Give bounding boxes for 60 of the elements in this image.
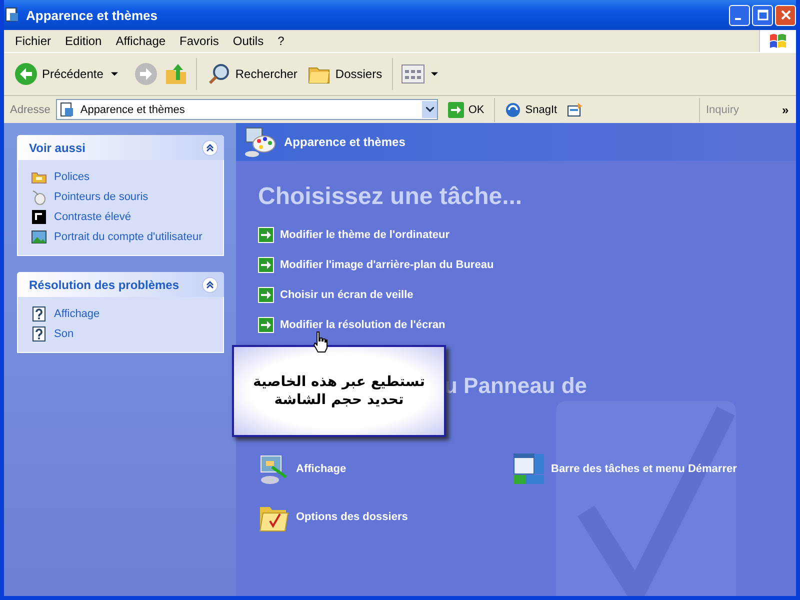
collapse-chevron-icon[interactable] <box>202 276 218 292</box>
category-link[interactable]: Affichage <box>296 463 346 475</box>
search-icon <box>207 62 232 86</box>
swirl-icon <box>505 102 522 118</box>
close-button[interactable] <box>775 4 796 26</box>
minimize-button[interactable] <box>729 4 750 26</box>
menu-item[interactable]: Favoris <box>172 34 226 48</box>
minimize-icon <box>734 18 740 20</box>
page-heading: Choisissez une tâche... <box>258 183 524 211</box>
close-icon <box>780 9 792 21</box>
task-link[interactable]: Affichage <box>54 308 100 320</box>
landscape-picture-icon <box>31 229 47 245</box>
task-link[interactable]: Modifier le thème de l'ordinateur <box>280 229 450 241</box>
collapse-chevron-icon[interactable] <box>202 140 218 156</box>
maximize-button[interactable] <box>752 4 773 26</box>
category-link[interactable]: Options des dossiers <box>296 511 408 523</box>
page-icon <box>59 102 76 118</box>
dropdown-arrow-icon[interactable] <box>111 72 118 76</box>
hand-cursor-icon <box>312 331 328 353</box>
window-title: Apparence et thèmes <box>26 8 158 22</box>
contrast-icon <box>31 209 47 225</box>
search-button[interactable]: Rechercher <box>205 60 300 88</box>
inquiry-label: Inquiry <box>706 104 740 116</box>
callout-text: تستطيع عبر هذه الخاصية <box>253 374 425 390</box>
task-link[interactable]: Pointeurs de souris <box>54 191 148 203</box>
help-icon <box>31 306 47 322</box>
task-link[interactable]: Modifier l'image d'arrière-plan du Bureau <box>280 259 494 271</box>
menu-item[interactable]: Affichage <box>108 34 173 48</box>
menu-item[interactable]: ? <box>270 34 292 48</box>
capture-icon[interactable] <box>567 102 584 118</box>
menu-item[interactable]: Edition <box>58 34 109 48</box>
taskbar-window-icon <box>513 453 545 485</box>
address-field[interactable]: Apparence et thèmes <box>56 99 438 120</box>
task-link[interactable]: Son <box>54 328 74 340</box>
snagit-button[interactable]: SnagIt <box>501 102 562 118</box>
callout-text: تحديد حجم الشاشة <box>274 392 404 408</box>
maximize-icon <box>756 9 768 21</box>
go-button[interactable]: OK <box>444 102 488 118</box>
dropdown-arrow-icon[interactable] <box>431 72 438 76</box>
category-link[interactable]: Barre des tâches et menu Démarrer <box>551 463 737 475</box>
panel-title: Résolution des problèmes <box>29 278 180 292</box>
panel-title: Voir aussi <box>29 140 86 154</box>
task-link[interactable]: Portrait du compte d'utilisateur <box>54 231 202 243</box>
menu-item[interactable]: Outils <box>226 34 271 48</box>
mouse-icon <box>31 189 47 205</box>
task-link[interactable]: Contraste élevé <box>54 211 132 223</box>
monitor-brush-icon <box>258 453 290 485</box>
task-link[interactable]: Polices <box>54 171 90 183</box>
task-link[interactable]: Choisir un écran de veille <box>280 289 414 301</box>
category-header: Apparence et thèmes <box>236 123 796 161</box>
page-icon <box>4 7 20 23</box>
menu-item[interactable]: Fichier <box>8 34 58 48</box>
back-button[interactable]: Précédente <box>12 60 106 88</box>
task-link[interactable]: Modifier la résolution de l'écran <box>280 319 446 331</box>
address-label: Adresse <box>10 104 50 116</box>
toolbar-overflow-button[interactable]: » <box>782 102 796 116</box>
folders-button[interactable]: Dossiers <box>305 60 384 88</box>
palette-monitor-icon <box>244 126 276 158</box>
view-grid-icon[interactable] <box>401 62 426 86</box>
help-icon <box>31 326 47 342</box>
